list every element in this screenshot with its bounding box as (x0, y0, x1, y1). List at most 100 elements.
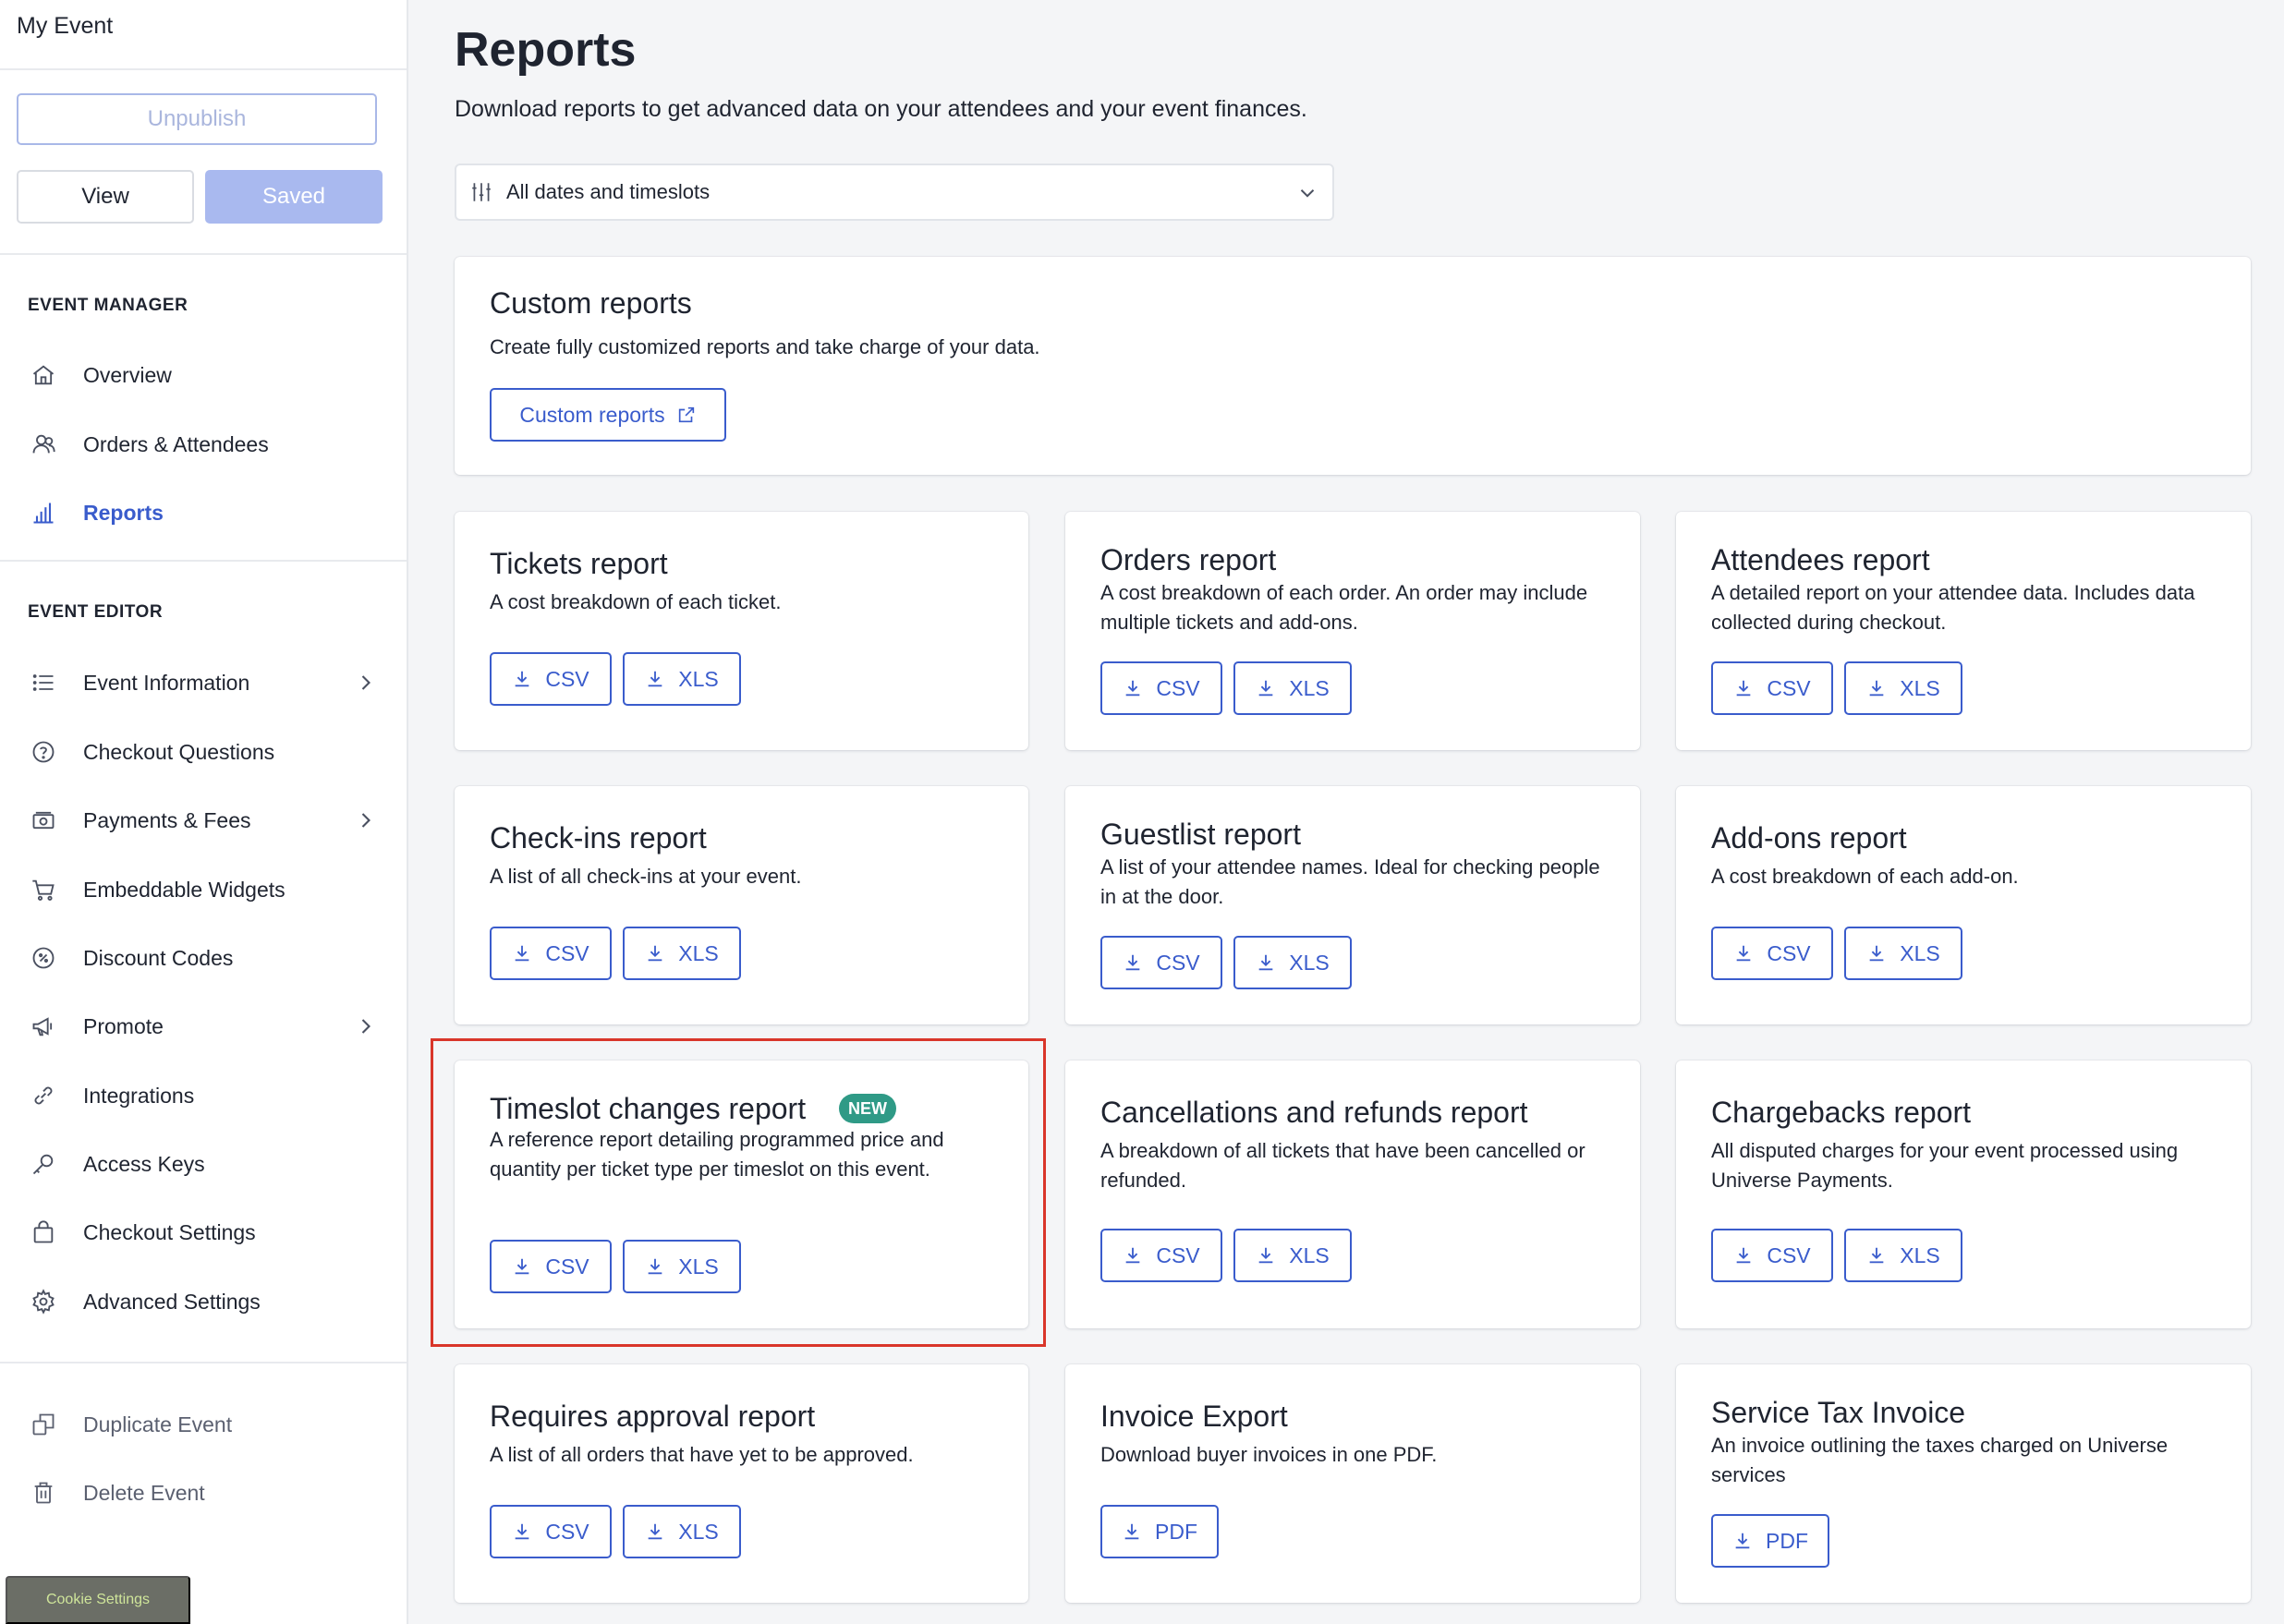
csv-download-button[interactable]: CSV (1711, 927, 1833, 980)
xls-download-button[interactable]: XLS (1233, 661, 1352, 715)
sidebar-item-integrations[interactable]: Integrations (28, 1070, 379, 1121)
csv-label: CSV (1767, 940, 1811, 965)
xls-label: XLS (1289, 675, 1330, 700)
sidebar: My Event Unpublish View Saved EVENT MANA… (0, 0, 408, 1624)
card-description: A cost breakdown of each add-on. (1711, 865, 2019, 888)
guestlist-report-card: Guestlist report A list of your attendee… (1065, 786, 1640, 1024)
list-icon (28, 667, 59, 698)
timeslot-changes-report-card: Timeslot changes report NEW A reference … (455, 1060, 1028, 1328)
csv-download-button[interactable]: CSV (490, 652, 612, 706)
event-manager-heading: EVENT MANAGER (28, 296, 188, 315)
card-title: Timeslot changes report (490, 1092, 807, 1125)
xls-download-button[interactable]: XLS (623, 652, 741, 706)
csv-download-button[interactable]: CSV (1100, 1229, 1222, 1282)
cancellations-refunds-report-card: Cancellations and refunds report A break… (1065, 1060, 1640, 1328)
csv-download-button[interactable]: CSV (1711, 1229, 1833, 1282)
card-title: Invoice Export (1100, 1400, 1288, 1433)
date-filter-dropdown[interactable]: All dates and timeslots (455, 164, 1334, 221)
sidebar-item-checkout-settings[interactable]: Checkout Settings (28, 1206, 379, 1258)
trash-icon (28, 1477, 59, 1509)
check-ins-report-card: Check-ins report A list of all check-ins… (455, 786, 1028, 1024)
sidebar-item-orders-attendees[interactable]: Orders & Attendees (28, 418, 379, 470)
view-button[interactable]: View (17, 170, 194, 224)
card-description: A detailed report on your attendee data.… (1711, 581, 2195, 634)
sidebar-item-payments-fees[interactable]: Payments & Fees (28, 794, 379, 846)
unpublish-button[interactable]: Unpublish (17, 93, 377, 145)
download-icon (648, 1258, 662, 1275)
date-filter-value: All dates and timeslots (506, 180, 711, 203)
pdf-download-button[interactable]: PDF (1711, 1514, 1829, 1568)
sliders-icon (472, 183, 491, 201)
xls-download-button[interactable]: XLS (623, 1505, 741, 1558)
divider (0, 560, 407, 562)
download-icon (1869, 680, 1884, 697)
download-icon (1258, 680, 1273, 697)
csv-label: CSV (545, 666, 589, 691)
csv-download-button[interactable]: CSV (1711, 661, 1833, 715)
sidebar-item-label: Reports (83, 500, 164, 525)
duplicate-event-button[interactable]: Duplicate Event (28, 1399, 379, 1450)
new-badge: NEW (839, 1094, 896, 1123)
card-description: Create fully customized reports and take… (490, 335, 1040, 358)
chargebacks-report-card: Chargebacks report All disputed charges … (1676, 1060, 2251, 1328)
cookie-settings-button[interactable]: Cookie Settings (6, 1576, 190, 1624)
delete-event-label: Delete Event (83, 1480, 205, 1505)
csv-download-button[interactable]: CSV (490, 927, 612, 980)
sidebar-item-label: Checkout Settings (83, 1219, 256, 1244)
cart-icon (28, 874, 59, 905)
bag-icon (28, 1217, 59, 1248)
card-title: Cancellations and refunds report (1100, 1096, 1528, 1129)
saved-button[interactable]: Saved (205, 170, 383, 224)
sidebar-item-event-information[interactable]: Event Information (28, 657, 379, 709)
download-icon (648, 671, 662, 687)
key-icon (28, 1148, 59, 1180)
xls-download-button[interactable]: XLS (1844, 927, 1962, 980)
xls-download-button[interactable]: XLS (1233, 1229, 1352, 1282)
card-description: All disputed charges for your event proc… (1711, 1139, 2179, 1192)
card-title: Attendees report (1711, 543, 1930, 576)
csv-download-button[interactable]: CSV (1100, 936, 1222, 989)
sidebar-item-discount-codes[interactable]: Discount Codes (28, 932, 379, 984)
card-title: Tickets report (490, 547, 668, 580)
xls-download-button[interactable]: XLS (1844, 661, 1962, 715)
csv-label: CSV (545, 1519, 589, 1544)
xls-label: XLS (678, 1254, 719, 1279)
xls-download-button[interactable]: XLS (1844, 1229, 1962, 1282)
sidebar-item-label: Embeddable Widgets (83, 877, 286, 902)
download-icon (516, 671, 529, 687)
csv-label: CSV (1156, 1242, 1200, 1267)
download-icon (1126, 680, 1140, 697)
sidebar-item-label: Payments & Fees (83, 807, 251, 832)
xls-download-button[interactable]: XLS (623, 927, 741, 980)
sidebar-item-access-keys[interactable]: Access Keys (28, 1138, 379, 1190)
download-icon (1258, 1247, 1273, 1264)
card-title: Orders report (1100, 543, 1277, 576)
xls-download-button[interactable]: XLS (623, 1240, 741, 1293)
sidebar-item-reports[interactable]: Reports (28, 487, 379, 539)
card-description: An invoice outlining the taxes charged o… (1711, 1434, 2169, 1486)
csv-download-button[interactable]: CSV (1100, 661, 1222, 715)
home-icon (28, 359, 59, 391)
users-icon (28, 429, 59, 460)
sidebar-item-embeddable-widgets[interactable]: Embeddable Widgets (28, 864, 379, 915)
download-icon (516, 1523, 529, 1540)
bar-chart-icon (28, 497, 59, 528)
sidebar-item-promote[interactable]: Promote (28, 1000, 379, 1052)
xls-download-button[interactable]: XLS (1233, 936, 1352, 989)
card-title: Chargebacks report (1711, 1096, 1972, 1129)
download-icon (1124, 1523, 1139, 1540)
custom-reports-button[interactable]: Custom reports (490, 388, 726, 442)
sidebar-item-checkout-questions[interactable]: Checkout Questions (28, 726, 379, 778)
download-icon (1737, 680, 1751, 697)
sidebar-item-advanced-settings[interactable]: Advanced Settings (28, 1276, 379, 1327)
card-description: A cost breakdown of each ticket. (490, 590, 782, 613)
card-description: A reference report detailing programmed … (490, 1128, 944, 1181)
csv-download-button[interactable]: CSV (490, 1240, 612, 1293)
delete-event-button[interactable]: Delete Event (28, 1467, 379, 1519)
xls-label: XLS (1289, 950, 1330, 975)
card-description: A list of all orders that have yet to be… (490, 1443, 914, 1466)
sidebar-item-overview[interactable]: Overview (28, 349, 379, 401)
csv-download-button[interactable]: CSV (490, 1505, 612, 1558)
pdf-download-button[interactable]: PDF (1100, 1505, 1219, 1558)
divider (0, 68, 407, 70)
